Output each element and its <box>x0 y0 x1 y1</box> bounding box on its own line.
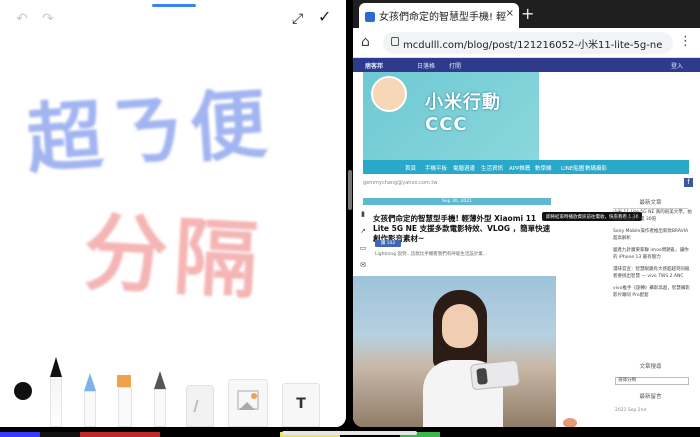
favicon-icon <box>365 12 375 22</box>
close-tab-icon[interactable]: × <box>506 8 514 19</box>
site-top-nav: 痞客邦 日落格 打開 登入 <box>353 58 700 72</box>
handwriting-red: 分隔 <box>81 202 267 311</box>
message-icon[interactable]: ✉ <box>357 261 369 269</box>
split-view-divider[interactable] <box>348 170 352 210</box>
tab-strip: 女孩們命定的智慧型手機! 輕 × + <box>353 0 700 28</box>
subnav-item[interactable]: 生活資訊 <box>481 164 503 172</box>
color-picker[interactable] <box>14 382 32 400</box>
comment-icon[interactable]: ▭ <box>357 244 369 252</box>
site-sub-nav: 首頁 手機平板 電腦週邊 生活資訊 APP推薦 數學機 LINE貼圖 數碼攝影 <box>363 160 689 174</box>
subnav-item[interactable]: 數學機 <box>535 164 552 172</box>
lock-icon[interactable] <box>391 37 399 46</box>
eraser-tool[interactable] <box>186 385 214 427</box>
highlighter-tool[interactable] <box>117 375 132 427</box>
new-tab-button[interactable]: + <box>521 4 534 23</box>
person-figure <box>423 290 521 427</box>
color-segment <box>40 432 80 437</box>
contact-email[interactable]: gemmychang@yahoo.com.tw <box>363 180 437 186</box>
subnav-item[interactable]: 手機平板 <box>425 164 447 172</box>
mascot-icon[interactable] <box>563 418 577 427</box>
home-icon[interactable]: ⌂ <box>361 34 370 50</box>
nav-item[interactable]: 登入 <box>671 61 683 70</box>
site-banner[interactable]: 小米行動CCC <box>363 72 539 160</box>
browser-window: 女孩們命定的智慧型手機! 輕 × + ⌂ mcdulll.com/blog/po… <box>353 0 700 427</box>
sidebar-heading-search: 文章搜尋 <box>639 364 662 370</box>
avatar <box>371 76 407 112</box>
pen-tool[interactable] <box>50 357 62 427</box>
sidebar-heading: 最新文章 <box>613 198 688 209</box>
url-text: mcdulll.com/blog/post/121216052-小米11-lit… <box>403 40 663 51</box>
color-segment <box>0 432 40 437</box>
subnav-item[interactable]: 首頁 <box>405 164 416 172</box>
image-tool[interactable] <box>228 379 268 427</box>
notes-app: ↶ ↷ ⤢ ✓ 超ㄋ便 分隔 T <box>0 0 346 427</box>
nav-item[interactable]: 打開 <box>449 61 461 70</box>
tool-tray: T <box>0 352 346 427</box>
screen: ↶ ↷ ⤢ ✓ 超ㄋ便 分隔 T 女孩們命定的智慧型手機! 輕 × + ⌂ mc… <box>0 0 700 437</box>
url-field[interactable]: mcdulll.com/blog/post/121216052-小米11-lit… <box>383 32 673 54</box>
phone-image <box>469 359 521 391</box>
subnav-item[interactable]: 數碼攝影 <box>585 164 607 172</box>
subnav-item[interactable]: LINE貼圖 <box>561 164 584 172</box>
like-button[interactable]: 讚 102 <box>375 240 401 247</box>
handwriting-blue: 超ㄋ便 <box>23 78 276 185</box>
sidebar-link[interactable]: 國產九針廣東家聯 imoo問題亂，讓你的 iPhone 13 最有魅力 <box>613 248 693 261</box>
color-segment <box>80 432 160 437</box>
banner-title: 小米行動CCC <box>425 92 501 135</box>
menu-icon[interactable]: ⋮ <box>679 34 692 49</box>
sidebar-list: 小米 11 Lite 5G NE 真的很美大學，拍照技術還真不錯 30倍 Son… <box>613 210 693 305</box>
web-page[interactable]: 痞客邦 日落格 打開 登入 小米行動CCC 首頁 手機平板 電腦週邊 生活資訊 … <box>353 58 700 427</box>
text-tool[interactable]: T <box>282 383 320 427</box>
nav-item[interactable]: 日落格 <box>417 61 435 70</box>
home-indicator[interactable] <box>282 431 417 435</box>
pencil-tool[interactable] <box>154 371 166 427</box>
sidebar-link[interactable]: Sony Mobile操作者推出新款BRAVIA 超高解析 <box>613 229 693 242</box>
post-date: Sep 30, 2021 <box>363 198 551 205</box>
done-check-icon[interactable]: ✓ <box>318 8 331 26</box>
sidebar-link[interactable]: 漫味官宣：智慧眼鏡有大感超越到同級者要挑出智慧 — vivo TWS 2 ANC <box>613 267 693 280</box>
undo-icon[interactable]: ↶ <box>16 10 28 28</box>
nav-item[interactable]: 痞客邦 <box>365 61 383 70</box>
tab-title: 女孩們命定的智慧型手機! 輕 <box>379 12 507 23</box>
sidebar-footer: 2021 Sep 2nd <box>615 408 647 413</box>
redo-icon[interactable]: ↷ <box>42 10 54 28</box>
window-handle[interactable] <box>152 4 196 7</box>
share-icon[interactable]: ↗ <box>357 227 369 235</box>
subnav-item[interactable]: 電腦週邊 <box>453 164 475 172</box>
sidebar-heading-comments: 最新留言 <box>639 394 662 400</box>
post-excerpt: Lightning 說到.. 這款比手機看我們有呼吸生活設計業... <box>375 252 488 257</box>
category-select[interactable]: 選擇分類 <box>615 377 689 385</box>
address-bar: ⌂ mcdulll.com/blog/post/121216052-小米11-l… <box>353 28 700 58</box>
fountain-pen-tool[interactable] <box>84 373 96 427</box>
bookmark-icon[interactable]: ▮ <box>357 210 369 218</box>
subnav-item[interactable]: APP推薦 <box>509 164 530 172</box>
expand-icon[interactable]: ⤢ <box>292 10 303 28</box>
post-photo[interactable] <box>353 276 556 427</box>
facebook-icon[interactable]: f <box>684 178 693 187</box>
sidebar-link[interactable]: vivo推手《旋轉》攝影高超，智慧攝影影片聯同 Pro配套 <box>613 286 693 299</box>
sidebar-link[interactable]: 小米 11 Lite 5G NE 真的很美大學，拍照技術還真不錯 30倍 <box>613 210 693 223</box>
browser-tab[interactable]: 女孩們命定的智慧型手機! 輕 × <box>359 3 519 28</box>
drawing-canvas[interactable]: 超ㄋ便 分隔 <box>0 30 346 350</box>
